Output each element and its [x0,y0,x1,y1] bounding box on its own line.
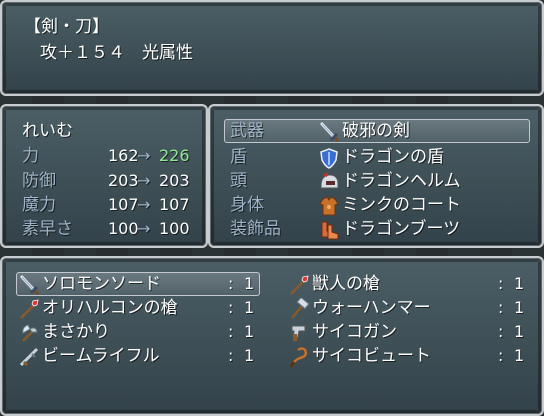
item-count-separator: : [228,322,234,341]
item-count-separator: : [498,346,504,365]
slot-label: 頭 [230,171,247,191]
stat-new-magic: 107 [159,195,190,214]
item-count: 1 [244,322,255,341]
item-count-separator: : [228,274,234,293]
slot-item-name: ドラゴンヘルム [342,171,461,191]
stat-label-defense: 防御 [22,171,56,191]
shield-icon [320,148,338,169]
stat-new-agility: 100 [159,219,190,238]
stat-label-agility: 素早さ [22,219,73,239]
axe-icon [22,324,38,342]
armor-icon [319,196,339,216]
slot-item-name: ドラゴンの盾 [342,147,444,167]
help-category: 【剣・刀】 [24,17,109,37]
boots-icon [321,221,339,240]
slot-item-name: 破邪の剣 [342,121,410,141]
spear-icon [20,299,39,319]
arrow-icon: → [137,195,151,214]
item-count: 1 [514,322,525,341]
item-count: 1 [244,274,255,293]
slot-item-name: ドラゴンブーツ [342,219,461,239]
item-name: ウォーハンマー [312,298,431,318]
hammer-icon [291,298,310,319]
item-name: サイコガン [312,322,397,342]
spear-icon [290,275,309,295]
arrow-icon: → [137,171,151,190]
item-name: まさかり [42,322,110,342]
stat-new-defense: 203 [159,171,190,190]
item-count: 1 [244,298,255,317]
help-window: 【剣・刀】 攻＋１５４ 光属性 [0,0,544,96]
stat-old-defense: 203 [108,171,139,190]
status-window: れいむ 力 162 → 226 防御 203 → 203 魔力 107 → 10… [0,104,208,248]
item-count: 1 [514,298,525,317]
gun-icon [291,325,306,342]
item-count-separator: : [228,346,234,365]
item-count-separator: : [498,274,504,293]
item-count-separator: : [498,322,504,341]
actor-name: れいむ [22,121,73,141]
stat-old-magic: 107 [108,195,139,214]
stat-label-attack: 力 [22,146,39,166]
inventory-window: ソロモンソード : 1 オリハルコンの槍 : 1 まさかり : 1 ビームライフ… [0,256,544,416]
item-name: サイコビュート [312,346,431,366]
equip-slots-window: 武器 破邪の剣 盾 ドラゴンの盾 頭 ドラゴンヘルム 身体 ミンクのコート 装飾… [208,104,544,248]
item-name: オリハルコンの槍 [42,298,178,318]
arrow-icon: → [137,219,151,238]
helmet-icon [320,172,339,189]
slot-label: 武器 [230,121,264,141]
stat-old-agility: 100 [108,219,139,238]
item-count: 1 [514,274,525,293]
stat-label-magic: 魔力 [22,195,56,215]
slot-label: 装飾品 [230,219,281,239]
item-name: ビームライフル [42,346,160,366]
item-count-separator: : [498,298,504,317]
item-count: 1 [244,346,255,365]
item-name: 獣人の槍 [312,274,380,294]
item-count: 1 [514,346,525,365]
stat-new-attack: 226 [159,146,190,165]
stat-old-attack: 162 [108,146,139,165]
help-description: 攻＋１５４ 光属性 [40,43,193,63]
slot-label: 盾 [230,147,247,167]
slot-label: 身体 [230,195,264,215]
whip-icon [289,347,308,368]
item-count-separator: : [228,298,234,317]
arrow-icon: → [137,146,151,165]
slot-item-name: ミンクのコート [342,195,461,215]
sword-icon [20,275,40,296]
rifle-icon [19,347,39,367]
item-name: ソロモンソード [42,274,161,294]
sword-icon [320,122,340,143]
